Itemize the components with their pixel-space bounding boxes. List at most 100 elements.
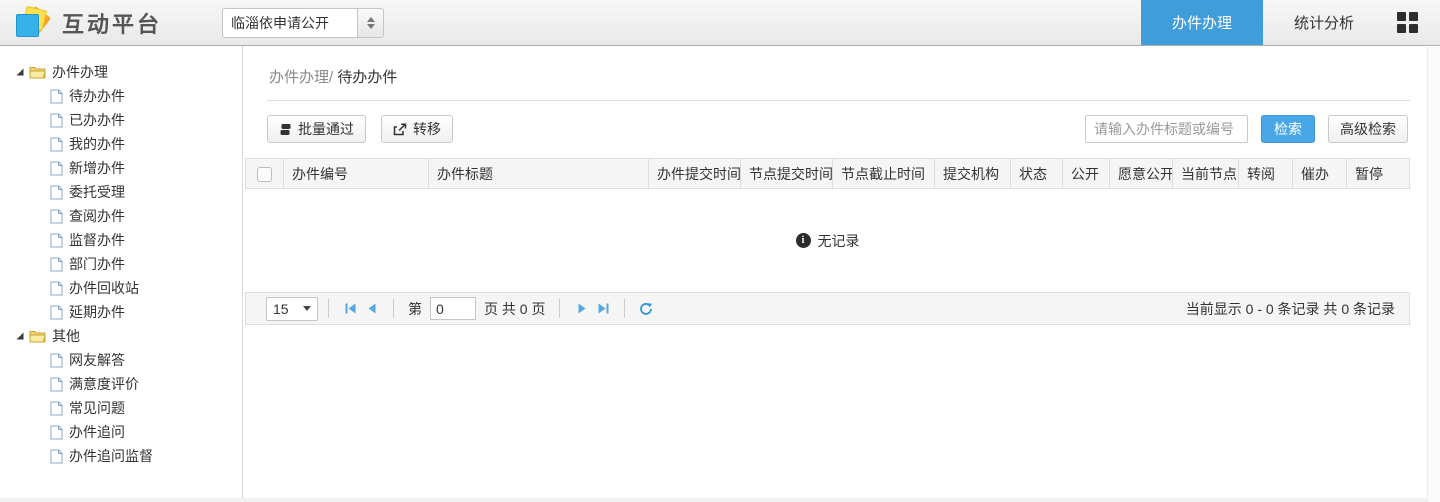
page-size-select[interactable]: 15 xyxy=(266,296,318,321)
prev-page-button[interactable] xyxy=(361,298,383,320)
sidebar-item-review-cases[interactable]: 查阅办件 xyxy=(0,204,242,228)
vertical-scrollbar[interactable] xyxy=(1427,47,1440,502)
last-page-button[interactable] xyxy=(592,298,614,320)
pagination-bar: 15 第 页 共 0 页 xyxy=(245,292,1410,325)
sidebar-item-netizen-answers[interactable]: 网友解答 xyxy=(0,348,242,372)
apps-grid-icon[interactable] xyxy=(1397,12,1418,33)
toolbar: 批量通过 转移 检索 高级检索 xyxy=(243,101,1440,158)
tab-case-handling[interactable]: 办件办理 xyxy=(1140,0,1263,45)
tree-item-label: 我的办件 xyxy=(69,136,125,152)
prev-page-icon xyxy=(368,303,375,314)
col-urge[interactable]: 催办 xyxy=(1292,158,1347,189)
file-icon xyxy=(50,112,63,127)
breadcrumb-current: 待办办件 xyxy=(337,69,398,86)
tree-group-label: 办件办理 xyxy=(52,64,108,80)
col-public[interactable]: 公开 xyxy=(1062,158,1110,189)
select-spinner-icon xyxy=(357,8,384,37)
app-logo-icon xyxy=(14,5,52,39)
empty-text: 无记录 xyxy=(817,232,860,249)
sidebar-item-my-cases[interactable]: 我的办件 xyxy=(0,132,242,156)
grid-header-row: 办件编号 办件标题 办件提交时间 节点提交时间 节点截止时间 提交机构 状态 公… xyxy=(245,158,1410,189)
first-page-icon xyxy=(345,303,355,314)
sidebar-item-supervise-cases[interactable]: 监督办件 xyxy=(0,228,242,252)
advanced-search-button[interactable]: 高级检索 xyxy=(1328,115,1408,143)
tree-item-label: 满意度评价 xyxy=(69,376,139,392)
sidebar-item-faq[interactable]: 常见问题 xyxy=(0,396,242,420)
batch-approve-button[interactable]: 批量通过 xyxy=(267,115,366,143)
sidebar-item-department-cases[interactable]: 部门办件 xyxy=(0,252,242,276)
sidebar-item-deferred-cases[interactable]: 延期办件 xyxy=(0,300,242,324)
top-header: 互动平台 临淄依申请公开 办件办理 统计分析 xyxy=(0,0,1440,46)
file-icon xyxy=(50,160,63,175)
col-node-submit-time[interactable]: 节点提交时间 xyxy=(740,158,833,189)
tree-item-label: 已办办件 xyxy=(69,112,125,128)
last-page-icon xyxy=(598,303,609,314)
tree-item-label: 办件追问监督 xyxy=(69,448,153,464)
col-status[interactable]: 状态 xyxy=(1010,158,1063,189)
col-case-title[interactable]: 办件标题 xyxy=(428,158,649,189)
site-select[interactable]: 临淄依申请公开 xyxy=(222,7,385,38)
records-info: 当前显示 0 - 0 条记录 共 0 条记录 xyxy=(1185,300,1395,317)
sidebar-item-case-followup[interactable]: 办件追问 xyxy=(0,420,242,444)
refresh-button[interactable] xyxy=(635,298,657,320)
search-input[interactable] xyxy=(1085,115,1248,143)
header-tabs: 办件办理 统计分析 xyxy=(1140,0,1440,45)
file-icon xyxy=(50,400,63,415)
sidebar-group-case-handling[interactable]: 办件办理 xyxy=(0,60,242,84)
col-submit-org[interactable]: 提交机构 xyxy=(934,158,1011,189)
first-page-button[interactable] xyxy=(339,298,361,320)
sidebar-item-entrusted-acceptance[interactable]: 委托受理 xyxy=(0,180,242,204)
grid-empty-area: i 无记录 xyxy=(245,189,1410,292)
file-icon xyxy=(50,136,63,151)
select-all-checkbox[interactable] xyxy=(257,166,272,182)
file-icon xyxy=(50,448,63,463)
cases-grid: 办件编号 办件标题 办件提交时间 节点提交时间 节点截止时间 提交机构 状态 公… xyxy=(245,158,1410,292)
file-icon xyxy=(50,184,63,199)
file-icon xyxy=(50,424,63,439)
col-current-node[interactable]: 当前节点 xyxy=(1172,158,1239,189)
file-icon xyxy=(50,304,63,319)
batch-approve-label: 批量通过 xyxy=(298,121,354,137)
transfer-button[interactable]: 转移 xyxy=(381,115,453,143)
file-icon xyxy=(50,256,63,271)
tree-item-label: 办件回收站 xyxy=(69,280,139,296)
sidebar-item-completed-cases[interactable]: 已办办件 xyxy=(0,108,242,132)
app-title: 互动平台 xyxy=(62,11,163,37)
sidebar-item-case-followup-supervision[interactable]: 办件追问监督 xyxy=(0,444,242,468)
page-number-input[interactable] xyxy=(430,297,476,320)
info-icon: i xyxy=(795,233,811,248)
page-size-value: 15 xyxy=(273,300,289,317)
sidebar-item-pending-cases[interactable]: 待办办件 xyxy=(0,84,242,108)
sidebar-group-other[interactable]: 其他 xyxy=(0,324,242,348)
col-forward-read[interactable]: 转阅 xyxy=(1238,158,1293,189)
tree-item-label: 新增办件 xyxy=(69,160,125,176)
next-page-icon xyxy=(578,303,586,314)
file-icon xyxy=(50,232,63,247)
tab-statistics[interactable]: 统计分析 xyxy=(1263,0,1385,45)
export-arrow-icon xyxy=(393,122,407,135)
breadcrumb-parent: 办件办理/ xyxy=(269,69,334,86)
horizontal-scrollbar[interactable] xyxy=(0,498,1427,502)
sidebar-item-satisfaction-rating[interactable]: 满意度评价 xyxy=(0,372,242,396)
file-icon xyxy=(50,208,63,223)
sidebar-item-new-case[interactable]: 新增办件 xyxy=(0,156,242,180)
file-icon xyxy=(50,352,63,367)
next-page-button[interactable] xyxy=(570,298,592,320)
select-all-header-cell xyxy=(245,158,284,189)
file-icon xyxy=(50,88,63,103)
sidebar-item-case-recycle-bin[interactable]: 办件回收站 xyxy=(0,276,242,300)
main-content: 办件办理/ 待办办件 批量通过 转移 请输入办件标题或编号 检索 高级检索 办件… xyxy=(243,46,1440,502)
col-node-deadline[interactable]: 节点截止时间 xyxy=(832,158,935,189)
page-label-prefix: 第 xyxy=(408,300,422,317)
empty-message: i 无记录 xyxy=(795,231,860,251)
file-icon xyxy=(50,376,63,391)
search-button[interactable]: 检索 xyxy=(1261,115,1315,143)
col-pause[interactable]: 暂停 xyxy=(1346,158,1410,189)
col-case-number[interactable]: 办件编号 xyxy=(283,158,429,189)
col-case-submit-time[interactable]: 办件提交时间 xyxy=(648,158,741,189)
tree-expanded-icon xyxy=(16,68,24,76)
col-willing-public[interactable]: 愿意公开 xyxy=(1109,158,1173,189)
site-select-value: 临淄依申请公开 xyxy=(231,14,330,31)
pager-separator xyxy=(624,299,626,318)
tree-item-label: 网友解答 xyxy=(69,352,125,368)
